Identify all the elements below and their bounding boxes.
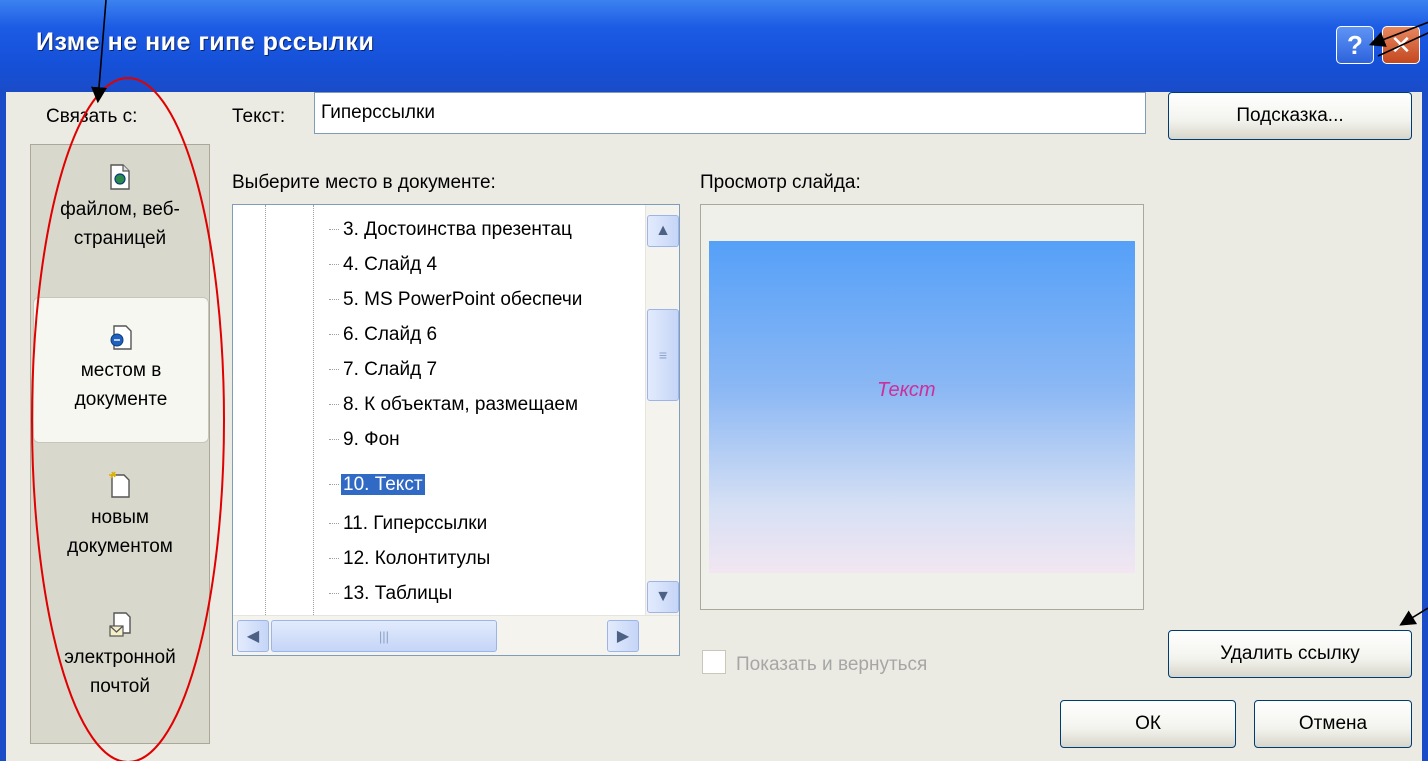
tree-item[interactable]: 5. MS PowerPoint обеспечи xyxy=(329,283,584,317)
help-icon: ? xyxy=(1347,29,1363,60)
close-button[interactable]: ✕ xyxy=(1382,26,1420,64)
tree-item[interactable]: 8. К объектам, размещаем xyxy=(329,388,580,422)
window-frame-right xyxy=(1422,92,1428,761)
tree-horizontal-scrollbar[interactable]: ◀ ||| ▶ xyxy=(233,615,679,655)
link-item-place-in-document[interactable]: местом в документе xyxy=(33,297,209,443)
chevron-left-icon: ◀ xyxy=(246,628,260,645)
vertical-scroll-thumb[interactable]: ≡ xyxy=(647,309,679,401)
tree-guide-line xyxy=(265,205,266,615)
tree-item-selected[interactable]: 10. Текст xyxy=(329,468,426,502)
remove-link-button[interactable]: Удалить ссылку xyxy=(1168,630,1412,678)
slide-preview-label: Просмотр слайда: xyxy=(700,172,861,193)
place-in-document-label: Выберите место в документе: xyxy=(232,172,496,193)
tree-item[interactable]: 6. Слайд 6 xyxy=(329,318,439,352)
tree-item[interactable]: 4. Слайд 4 xyxy=(329,248,439,282)
link-item-label: файлом, веб-страницей xyxy=(60,199,180,249)
scroll-right-button[interactable]: ▶ xyxy=(607,620,639,652)
dialog-title: Изме не ние гипе рссылки xyxy=(36,28,375,56)
text-label: Текст: xyxy=(232,106,286,127)
new-document-icon xyxy=(109,471,130,498)
link-item-new-document[interactable]: новым документом xyxy=(31,471,209,561)
web-page-icon xyxy=(110,164,130,190)
link-item-web-page[interactable]: файлом, веб-страницей xyxy=(31,163,209,253)
link-item-label: электронной почтой xyxy=(64,647,176,697)
scroll-down-button[interactable]: ▼ xyxy=(647,581,679,613)
scroll-up-button[interactable]: ▲ xyxy=(647,215,679,247)
cancel-button[interactable]: Отмена xyxy=(1254,700,1412,748)
link-item-label: новым документом xyxy=(67,507,173,557)
title-bar: Изме не ние гипе рссылки ? ✕ xyxy=(0,0,1428,92)
slide-thumbnail: Текст xyxy=(709,241,1135,573)
scroll-left-button[interactable]: ◀ xyxy=(237,620,269,652)
tree-vertical-scrollbar[interactable]: ▲ ≡ ▼ xyxy=(645,205,679,615)
document-place-tree[interactable]: 3. Достоинства презентац 4. Слайд 4 5. M… xyxy=(232,204,680,656)
email-icon xyxy=(109,612,131,637)
help-button[interactable]: ? xyxy=(1336,26,1374,64)
place-in-document-icon xyxy=(110,325,132,350)
horizontal-scroll-thumb[interactable]: ||| xyxy=(271,620,497,652)
show-and-return-checkbox[interactable] xyxy=(702,650,726,674)
link-item-label: местом в документе xyxy=(74,360,168,410)
show-and-return-label: Показать и вернуться xyxy=(736,654,928,675)
tree-item[interactable]: 9. Фон xyxy=(329,423,402,457)
tree-item[interactable]: 7. Слайд 7 xyxy=(329,353,439,387)
tree-item[interactable]: 13. Таблицы xyxy=(329,577,454,611)
close-icon: ✕ xyxy=(1390,29,1412,60)
tree-item[interactable]: 3. Достоинства презентац xyxy=(329,213,574,247)
chevron-right-icon: ▶ xyxy=(616,628,630,645)
tree-guide-line xyxy=(313,205,314,615)
link-with-bar: файлом, веб-страницей местом в документе… xyxy=(30,144,210,744)
tree-item[interactable]: 11. Гиперссылки xyxy=(329,507,489,541)
slide-preview-box: Текст xyxy=(700,204,1144,610)
link-item-email[interactable]: электронной почтой xyxy=(31,611,209,701)
tree-item[interactable]: 12. Колонтитулы xyxy=(329,542,492,576)
hint-button[interactable]: Подсказка... xyxy=(1168,92,1412,140)
text-input[interactable]: Гиперссылки xyxy=(314,92,1146,134)
slide-preview-text: Текст xyxy=(877,379,936,401)
window-frame-left xyxy=(0,92,6,761)
chevron-down-icon: ▼ xyxy=(655,588,671,605)
chevron-up-icon: ▲ xyxy=(655,222,671,239)
link-with-label: Связать с: xyxy=(46,106,138,127)
ok-button[interactable]: ОК xyxy=(1060,700,1236,748)
